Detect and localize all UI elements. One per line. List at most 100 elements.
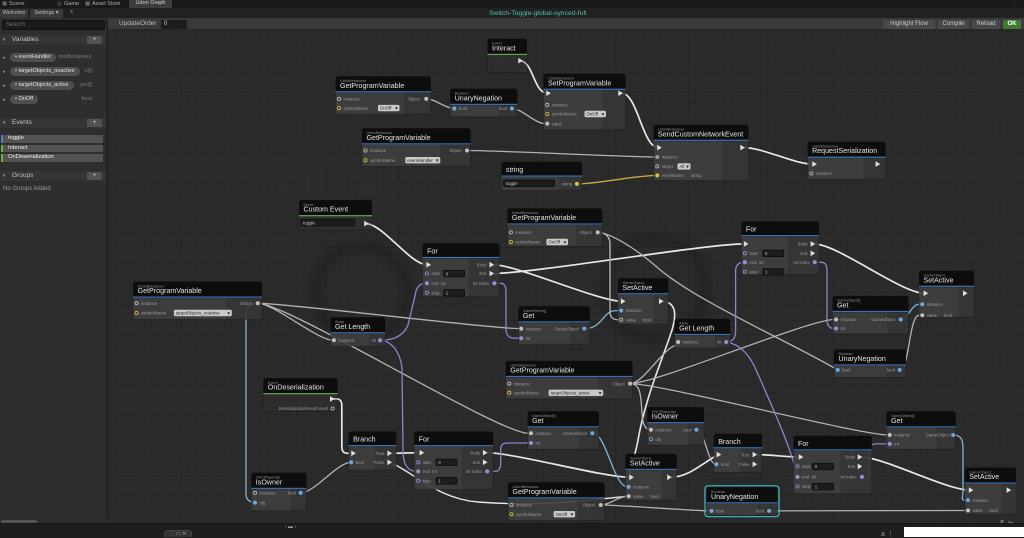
svg-text:instance: instance bbox=[973, 498, 990, 503]
svg-text:int index: int index bbox=[841, 475, 858, 480]
svg-text:end: end bbox=[423, 469, 431, 474]
svg-text:end: end bbox=[431, 281, 439, 286]
svg-text:int index: int index bbox=[466, 469, 483, 474]
svg-text:instance: instance bbox=[338, 338, 355, 343]
svg-text:Get Length: Get Length bbox=[335, 323, 370, 331]
svg-text:Body: Body bbox=[470, 450, 481, 455]
svg-text:symbolName: symbolName bbox=[344, 106, 370, 111]
svg-text:False: False bbox=[374, 460, 385, 465]
svg-text:int: int bbox=[441, 281, 446, 286]
svg-text:OnOff: OnOff bbox=[556, 512, 568, 517]
svg-text:instance: instance bbox=[927, 302, 944, 307]
svg-text:SetActive: SetActive bbox=[924, 276, 954, 284]
svg-text:bool: bool bbox=[842, 368, 850, 373]
svg-text:For: For bbox=[798, 440, 809, 448]
svg-text:target: target bbox=[662, 164, 674, 169]
svg-text:instance: instance bbox=[516, 503, 533, 508]
svg-text:bool: bool bbox=[944, 313, 952, 318]
svg-text:instance: instance bbox=[626, 308, 643, 313]
svg-text:SetProgramVariable: SetProgramVariable bbox=[548, 79, 611, 87]
svg-text:GetProgramVariable: GetProgramVariable bbox=[340, 82, 404, 90]
svg-text:obj: obj bbox=[260, 500, 266, 505]
svg-text:toggle: toggle bbox=[303, 220, 316, 225]
svg-text:instance: instance bbox=[683, 340, 700, 345]
svg-text:instance: instance bbox=[344, 97, 361, 102]
svg-text:bool: bool bbox=[499, 106, 507, 111]
svg-text:value: value bbox=[973, 508, 984, 513]
svg-text:obj: obj bbox=[656, 437, 662, 442]
svg-text:True: True bbox=[376, 451, 385, 456]
svg-text:Object: Object bbox=[449, 148, 462, 153]
svg-text:Get: Get bbox=[532, 417, 543, 425]
svg-text:int: int bbox=[432, 469, 437, 474]
svg-text:start: start bbox=[423, 460, 432, 465]
svg-text:All: All bbox=[680, 164, 685, 169]
svg-text:Branch: Branch bbox=[353, 436, 376, 444]
svg-text:Get: Get bbox=[891, 417, 902, 425]
svg-text:True: True bbox=[741, 452, 750, 457]
svg-text:int: int bbox=[894, 442, 899, 447]
svg-text:value: value bbox=[927, 313, 938, 318]
svg-text:SendCustomNetworkEvent: SendCustomNetworkEvent bbox=[658, 130, 743, 138]
svg-text:instance: instance bbox=[536, 431, 553, 436]
svg-text:eventName: eventName bbox=[662, 173, 685, 178]
svg-text:start: start bbox=[431, 271, 440, 276]
svg-text:instance: instance bbox=[633, 485, 650, 490]
svg-text:Body: Body bbox=[798, 242, 809, 247]
svg-text:step: step bbox=[423, 478, 432, 483]
svg-text:GameObject: GameObject bbox=[555, 326, 580, 331]
svg-text:instance: instance bbox=[841, 317, 858, 322]
svg-text:Object: Object bbox=[408, 97, 421, 102]
svg-text:OnOff: OnOff bbox=[380, 106, 392, 111]
svg-text:Object: Object bbox=[579, 230, 592, 235]
svg-text:Custom Event: Custom Event bbox=[304, 206, 349, 214]
svg-text:Object: Object bbox=[583, 503, 596, 508]
svg-text:GameObject: GameObject bbox=[563, 431, 588, 436]
svg-text:string: string bbox=[691, 173, 702, 178]
svg-text:OnOff: OnOff bbox=[549, 240, 561, 245]
svg-text:Object: Object bbox=[240, 301, 253, 306]
svg-text:Branch: Branch bbox=[718, 438, 741, 446]
svg-text:symbolName: symbolName bbox=[370, 158, 396, 163]
svg-text:Get: Get bbox=[523, 312, 534, 320]
svg-text:symbolName: symbolName bbox=[516, 512, 542, 517]
svg-text:int: int bbox=[372, 338, 377, 343]
svg-text:bool: bool bbox=[356, 460, 364, 465]
svg-text:step: step bbox=[749, 270, 758, 275]
svg-text:GetProgramVariable: GetProgramVariable bbox=[510, 367, 574, 375]
svg-text:Get Length: Get Length bbox=[679, 325, 714, 333]
svg-text:Exit: Exit bbox=[473, 460, 481, 465]
svg-text:eventHandler: eventHandler bbox=[407, 158, 433, 163]
svg-text:Get: Get bbox=[837, 302, 848, 310]
svg-text:step: step bbox=[431, 291, 440, 296]
svg-text:For: For bbox=[427, 248, 438, 256]
svg-text:Exit: Exit bbox=[479, 271, 487, 276]
svg-text:bool: bool bbox=[721, 462, 729, 467]
svg-text:int: int bbox=[812, 475, 817, 480]
svg-text:Interact: Interact bbox=[492, 44, 516, 52]
svg-text:bool: bool bbox=[990, 508, 998, 513]
svg-text:bool: bool bbox=[716, 509, 724, 514]
svg-text:step: step bbox=[802, 484, 811, 489]
svg-text:instance: instance bbox=[894, 433, 911, 438]
svg-text:bool: bool bbox=[756, 509, 764, 514]
svg-text:instance: instance bbox=[662, 155, 679, 160]
svg-text:instance: instance bbox=[816, 171, 833, 176]
svg-text:instance: instance bbox=[552, 103, 569, 108]
svg-text:instance: instance bbox=[514, 381, 531, 386]
svg-text:IsOwner: IsOwner bbox=[256, 478, 283, 486]
svg-text:instance: instance bbox=[260, 491, 277, 496]
svg-text:int: int bbox=[841, 326, 846, 331]
svg-text:DeserializationResult result: DeserializationResult result bbox=[279, 406, 329, 411]
svg-text:SetActive: SetActive bbox=[630, 459, 660, 467]
svg-text:GetProgramVariable: GetProgramVariable bbox=[513, 488, 577, 496]
svg-text:instance: instance bbox=[656, 428, 673, 433]
svg-text:string: string bbox=[561, 182, 572, 187]
svg-text:GetProgramVariable: GetProgramVariable bbox=[367, 134, 431, 142]
svg-text:int index: int index bbox=[473, 281, 490, 286]
svg-text:int: int bbox=[536, 441, 541, 446]
svg-text:UnaryNegation: UnaryNegation bbox=[455, 94, 502, 102]
svg-text:int index: int index bbox=[793, 260, 810, 265]
svg-text:int: int bbox=[717, 340, 722, 345]
svg-text:bool: bool bbox=[651, 494, 659, 499]
